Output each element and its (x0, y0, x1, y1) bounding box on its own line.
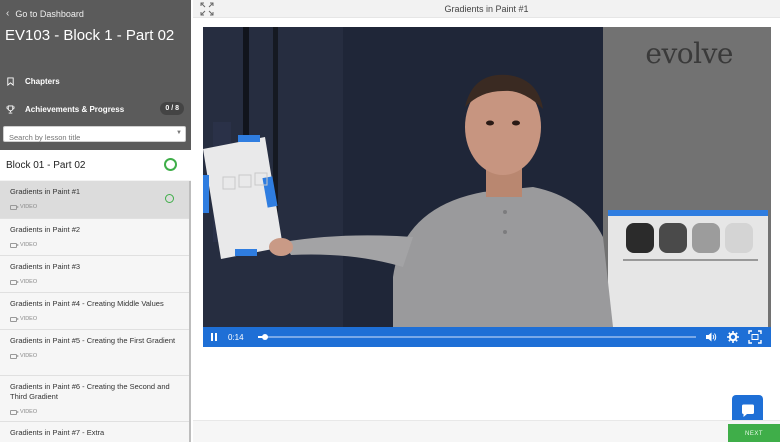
lesson-list: Gradients in Paint #1 VIDEO Gradients in… (0, 181, 189, 442)
lesson-search: ▼ (3, 126, 186, 145)
lesson-title: Gradients in Paint #4 - Creating Middle … (10, 299, 164, 308)
lesson-type-label: VIDEO (20, 279, 38, 285)
video-controls: 0:14 (203, 327, 771, 347)
go-to-dashboard-link[interactable]: ‹ Go to Dashboard (6, 8, 84, 19)
video-frame[interactable] (203, 27, 771, 327)
lesson-title: Gradients in Paint #2 (10, 225, 81, 234)
course-title: EV103 - Block 1 - Part 02 (5, 27, 175, 44)
lesson-item[interactable]: Gradients in Paint #7 - Extra (0, 422, 189, 442)
lesson-item[interactable]: Gradients in Paint #3 VIDEO (0, 256, 189, 293)
pause-icon[interactable] (203, 327, 225, 347)
lesson-type: VIDEO (10, 202, 179, 212)
bookmark-icon (7, 76, 14, 86)
sidebar: ‹ Go to Dashboard EV103 - Block 1 - Part… (0, 0, 191, 442)
chat-icon (741, 404, 754, 417)
lesson-type-label: VIDEO (20, 242, 38, 248)
app-window: ‹ Go to Dashboard EV103 - Block 1 - Part… (0, 0, 780, 442)
block-title: Block 01 - Part 02 (6, 159, 86, 171)
achievements-count-badge: 0 / 8 (160, 102, 184, 115)
lesson-item[interactable]: Gradients in Paint #4 - Creating Middle … (0, 293, 189, 330)
lesson-item[interactable]: Gradients in Paint #1 VIDEO (0, 181, 189, 219)
lesson-type: VIDEO (10, 314, 179, 324)
lesson-type: VIDEO (10, 240, 179, 250)
video-camera-icon (10, 204, 19, 210)
sidebar-header: ‹ Go to Dashboard EV103 - Block 1 - Part… (0, 0, 191, 150)
lesson-type-label: VIDEO (20, 409, 38, 415)
lesson-footer: NEXT (193, 420, 780, 442)
achievements-label: Achievements & Progress (25, 104, 125, 114)
achievements-item[interactable]: Achievements & Progress 0 / 8 (0, 99, 191, 119)
lesson-title: Gradients in Paint #6 - Creating the Sec… (10, 382, 170, 401)
seek-bar[interactable] (258, 334, 696, 340)
go-to-dashboard-label: Go to Dashboard (15, 8, 84, 19)
chevron-left-icon: ‹ (6, 8, 10, 19)
evolve-logo: evolve (645, 37, 733, 70)
lesson-type-label: VIDEO (20, 204, 38, 210)
main-content: Gradients in Paint #1 evolve 0:14 NEXT (193, 0, 780, 442)
lesson-item[interactable]: Gradients in Paint #2 VIDEO (0, 219, 189, 256)
trophy-icon (6, 104, 15, 114)
lesson-title: Gradients in Paint #5 - Creating the Fir… (10, 336, 176, 345)
fullscreen-icon[interactable] (748, 330, 762, 344)
next-button[interactable]: NEXT (728, 424, 780, 442)
block-header[interactable]: Block 01 - Part 02 (0, 150, 191, 180)
video-camera-icon (10, 353, 19, 359)
chapters-item[interactable]: Chapters (0, 71, 191, 91)
seek-handle[interactable] (262, 334, 268, 340)
lesson-title: Gradients in Paint #7 - Extra (10, 428, 105, 437)
video-camera-icon (10, 409, 19, 415)
sidebar-scrollbar[interactable] (189, 181, 191, 442)
lesson-title: Gradients in Paint #1 (10, 187, 81, 196)
lesson-title: Gradients in Paint #3 (10, 262, 81, 271)
lesson-type: VIDEO (10, 407, 179, 417)
lesson-search-input[interactable] (4, 130, 169, 145)
video-camera-icon (10, 316, 19, 322)
progress-ring-icon (164, 158, 177, 171)
lesson-type: VIDEO (10, 277, 179, 287)
lesson-item[interactable]: Gradients in Paint #6 - Creating the Sec… (0, 376, 189, 422)
caret-down-icon[interactable]: ▼ (176, 130, 182, 136)
lesson-heading: Gradients in Paint #1 (444, 4, 529, 14)
chapters-label: Chapters (25, 76, 60, 86)
lesson-topbar: Gradients in Paint #1 (193, 0, 780, 18)
completion-ring-icon (165, 194, 174, 203)
video-camera-icon (10, 279, 19, 285)
video-player[interactable]: evolve 0:14 (203, 27, 771, 347)
current-time: 0:14 (228, 332, 244, 342)
lesson-type-label: VIDEO (20, 353, 38, 359)
volume-icon[interactable] (704, 330, 718, 344)
lesson-type: VIDEO (10, 351, 179, 361)
lesson-type-label: VIDEO (20, 316, 38, 322)
video-camera-icon (10, 242, 19, 248)
lesson-item[interactable]: Gradients in Paint #5 - Creating the Fir… (0, 330, 189, 376)
gear-icon[interactable] (726, 330, 740, 344)
